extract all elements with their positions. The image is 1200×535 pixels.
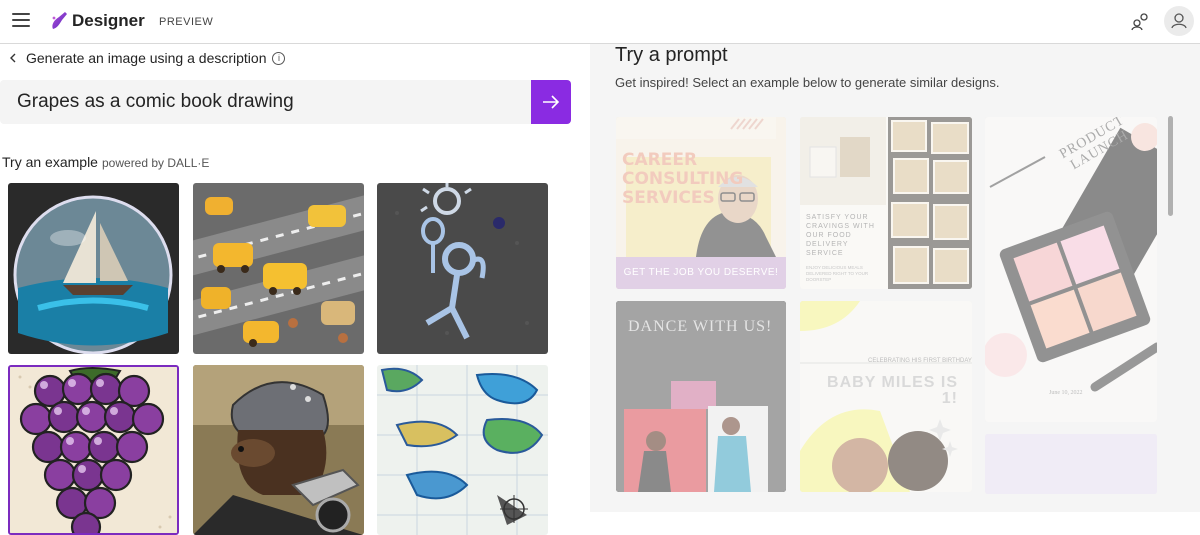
product-card-date: June 10, 2022	[1049, 390, 1083, 396]
user-avatar[interactable]	[1164, 6, 1194, 36]
dance-card-title: DANCE WITH US!	[628, 318, 773, 335]
arrow-right-icon	[543, 95, 560, 109]
baby-card-title: BABY MILES IS 1!	[827, 374, 958, 407]
person-icon	[1171, 13, 1187, 29]
prompt-text: Grapes as a comic book drawing	[17, 91, 294, 112]
designer-logo-icon	[52, 12, 67, 29]
prompt-input[interactable]: Grapes as a comic book drawing	[0, 80, 531, 124]
top-bar: Designer PREVIEW	[0, 0, 1200, 44]
panel-subtitle: Get inspired! Select an example below to…	[615, 75, 1000, 90]
career-card-title: CAREER CONSULTING SERVICES	[622, 150, 744, 208]
template-card-career[interactable]: CAREER CONSULTING SERVICES GET THE JOB Y…	[616, 117, 786, 289]
back-link[interactable]: Generate an image using a description i	[8, 48, 286, 68]
template-card-lavender[interactable]	[985, 434, 1157, 494]
example-image-sailboat[interactable]	[8, 183, 179, 354]
preview-badge: PREVIEW	[159, 16, 214, 28]
example-image-watercolor-map[interactable]	[377, 365, 548, 535]
baby-card-kicker: CELEBRATING HIS FIRST BIRTHDAY	[868, 358, 972, 364]
example-image-felt-cars[interactable]	[193, 183, 364, 354]
career-card-cta: GET THE JOB YOU DESERVE!	[616, 257, 786, 289]
people-share-icon[interactable]	[1131, 11, 1151, 31]
example-image-bear-motorcycle[interactable]	[193, 365, 364, 535]
template-card-food-delivery[interactable]: SATISFY YOUR CRAVINGS WITH OUR FOOD DELI…	[800, 117, 972, 289]
panel-title: Try a prompt	[615, 44, 728, 66]
try-example-label: Try an example	[2, 154, 98, 170]
food-card-title: SATISFY YOUR CRAVINGS WITH OUR FOOD DELI…	[806, 214, 875, 257]
menu-icon[interactable]	[12, 13, 30, 27]
generate-button[interactable]	[531, 80, 571, 124]
example-image-grapes[interactable]	[8, 365, 179, 535]
template-card-dance[interactable]: DANCE WITH US!	[616, 301, 786, 492]
back-label: Generate an image using a description	[26, 50, 267, 66]
food-card-subtitle: ENJOY DELICIOUS MEALS DELIVERED RIGHT TO…	[806, 265, 869, 282]
panel-scrollbar[interactable]	[1168, 116, 1173, 216]
app-brand: Designer	[72, 11, 145, 30]
template-card-product-launch[interactable]: PRODUCT LAUNCH June 10, 2022	[985, 117, 1157, 422]
chevron-left-icon	[10, 53, 16, 63]
example-image-chalk-figure[interactable]	[377, 183, 548, 354]
try-a-prompt-panel: Try a prompt Get inspired! Select an exa…	[590, 44, 1200, 512]
powered-by-label: powered by DALL·E	[102, 156, 210, 170]
info-icon[interactable]: i	[272, 51, 286, 65]
template-card-baby-birthday[interactable]: CELEBRATING HIS FIRST BIRTHDAY BABY MILE…	[800, 301, 972, 492]
